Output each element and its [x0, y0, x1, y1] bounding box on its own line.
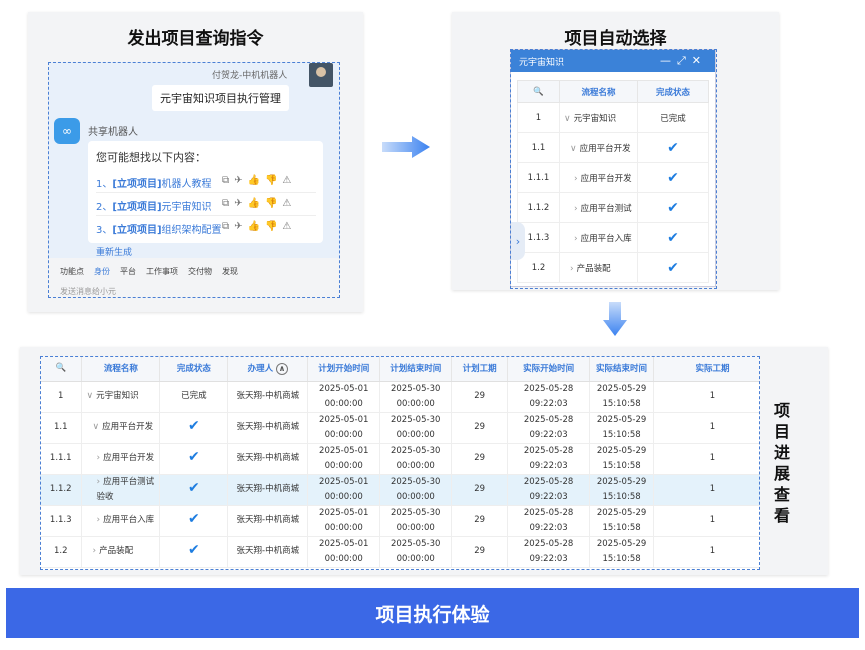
bot-avatar: ∞: [54, 118, 80, 144]
toolbar-item[interactable]: 平台: [120, 266, 136, 277]
suggestion-item[interactable]: 3、[立项项目]组织架构配置: [96, 221, 222, 236]
arrow-right-icon: [382, 136, 430, 158]
chat-toolbar: 功能点 身份 平台 工作事项 交付物 发现: [60, 266, 238, 277]
suggestion-actions[interactable]: ⧉✈👍👎⚠: [222, 175, 296, 186]
toolbar-item[interactable]: 功能点: [60, 266, 84, 277]
panel-query-title: 发出项目查询指令: [127, 29, 264, 49]
footer-banner: 项目执行体验: [6, 588, 859, 638]
arrow-down-icon: [603, 302, 627, 336]
progress-frame: [40, 356, 760, 570]
user-message: 元宇宙知识项目执行管理: [152, 85, 289, 111]
toolbar-item[interactable]: 工作事项: [146, 266, 178, 277]
message-input[interactable]: 发送消息给小元: [60, 286, 116, 297]
user-avatar: [309, 63, 333, 87]
divider: [96, 192, 316, 193]
side-label: 项目进展查看: [772, 400, 792, 526]
toolbar-item[interactable]: 身份: [94, 266, 110, 277]
side-label-text: 项目进展查看: [773, 401, 790, 525]
bot-intro: 您可能想找以下内容：: [96, 151, 206, 164]
panel-auto-select-title: 项目自动选择: [564, 29, 667, 49]
toolbar-item[interactable]: 发现: [222, 266, 238, 277]
suggestion-item[interactable]: 1、[立项项目]机器人教程: [96, 175, 212, 190]
sender-name: 付贺龙-中机机器人: [212, 71, 288, 81]
bot-name: 共享机器人: [88, 127, 138, 138]
toolbar-item[interactable]: 交付物: [188, 266, 212, 277]
regenerate-link[interactable]: 重新生成: [96, 245, 132, 258]
divider: [96, 215, 316, 216]
suggestion-actions[interactable]: ⧉✈👍👎⚠: [222, 198, 296, 209]
widget-frame: [510, 49, 717, 289]
suggestion-actions[interactable]: ⧉✈👍👎⚠: [222, 221, 296, 232]
link-icon: ∞: [62, 124, 72, 138]
suggestion-item[interactable]: 2、[立项项目]元宇宙知识: [96, 198, 212, 213]
